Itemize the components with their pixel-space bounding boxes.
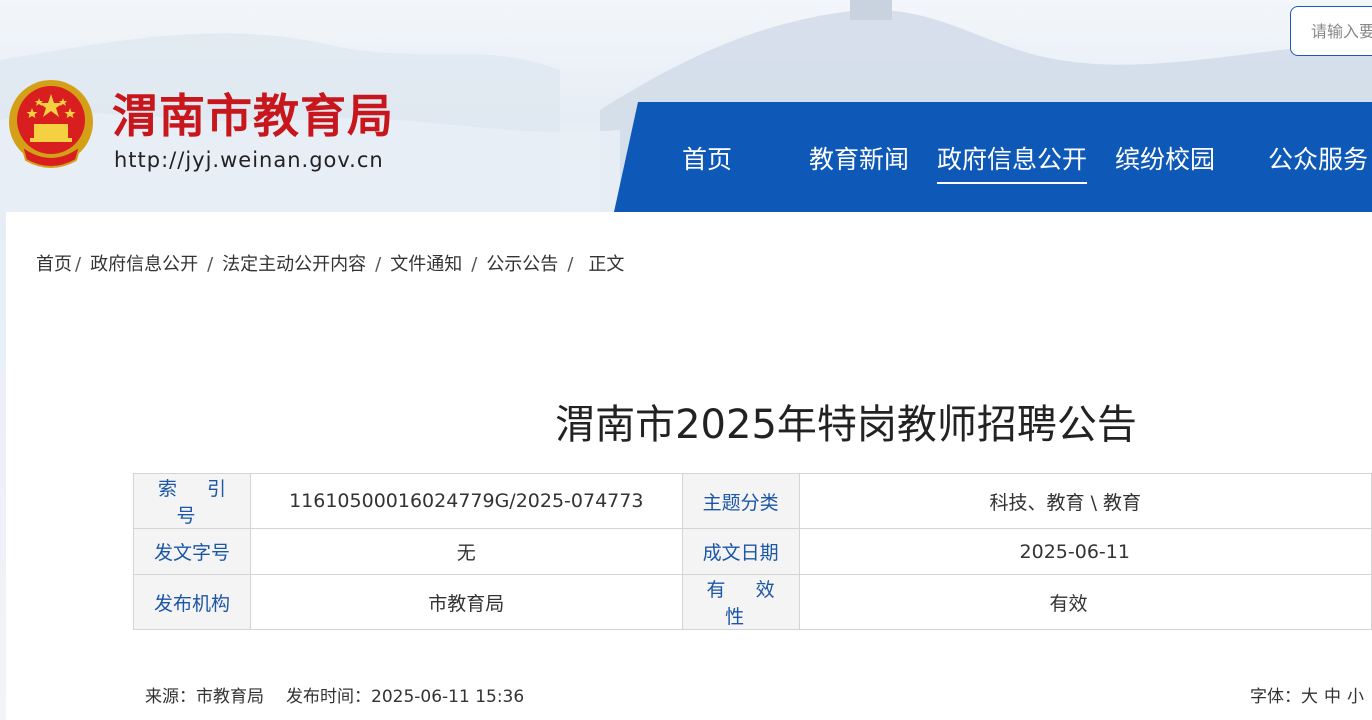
nav-item-home[interactable]: 首页 [682, 140, 732, 176]
topic-category-label: 主题分类 [681, 473, 800, 529]
font-size-small-button[interactable]: 小 [1347, 687, 1364, 707]
left-side-strip [0, 212, 6, 720]
validity-label: 有 效 性 [681, 574, 800, 630]
site-title: 渭南市教育局 [112, 89, 394, 143]
breadcrumb-statutory-content[interactable]: 法定主动公开内容 [222, 254, 366, 275]
breadcrumb-announcements[interactable]: 公示公告 [486, 254, 558, 275]
national-emblem-icon [4, 76, 98, 172]
breadcrumb-gov-info-public[interactable]: 政府信息公开 [90, 254, 198, 275]
search-input[interactable] [1291, 7, 1372, 55]
nav-item-gov-info-public[interactable]: 政府信息公开 [937, 140, 1088, 184]
nav-item-public-service[interactable]: 公众服务 [1268, 140, 1368, 176]
breadcrumb: 首页 / 政府信息公开 / 法定主动公开内容 / 文件通知 / 公示公告 / 正文 [36, 250, 624, 276]
breadcrumb-current: 正文 [588, 254, 625, 275]
publishing-org-label: 发布机构 [133, 574, 251, 630]
font-size-label: 字体： [1250, 687, 1301, 707]
breadcrumb-home[interactable]: 首页 [36, 254, 72, 275]
nav-item-education-news[interactable]: 教育新闻 [809, 140, 909, 176]
main-nav: 首页 教育新闻 政府信息公开 缤纷校园 公众服务 [614, 102, 1372, 212]
topic-category-value: 科技、教育 \ 教育 [798, 473, 1372, 529]
table-row: 发文字号 无 成文日期 2025-06-11 [133, 528, 1372, 575]
article-publish-time: 发布时间：2025-06-11 15:36 [286, 687, 525, 707]
index-number-label: 索 引 号 [133, 473, 251, 529]
breadcrumb-separator: / [375, 254, 382, 275]
publishing-org-value: 市教育局 [249, 574, 683, 630]
document-info-table: 索 引 号 11610500016024779G/2025-074773 主题分… [133, 473, 1372, 630]
font-size-control: 字体：大中小 [1250, 682, 1370, 707]
table-row: 索 引 号 11610500016024779G/2025-074773 主题分… [133, 473, 1372, 529]
index-number-value: 11610500016024779G/2025-074773 [249, 473, 683, 529]
site-url: http://jyj.weinan.gov.cn [114, 148, 384, 172]
breadcrumb-separator: / [567, 254, 574, 275]
validity-value: 有效 [798, 574, 1372, 630]
breadcrumb-file-notice[interactable]: 文件通知 [390, 254, 462, 275]
table-row: 发布机构 市教育局 有 效 性 有效 [133, 574, 1372, 630]
article-title: 渭南市2025年特岗教师招聘公告 [555, 402, 1137, 448]
font-size-large-button[interactable]: 大 [1301, 687, 1318, 707]
search-box[interactable] [1290, 6, 1372, 56]
document-number-value: 无 [249, 528, 683, 575]
breadcrumb-separator: / [471, 254, 478, 275]
breadcrumb-separator: / [207, 254, 214, 275]
nav-item-campus[interactable]: 缤纷校园 [1115, 140, 1215, 176]
font-size-medium-button[interactable]: 中 [1324, 687, 1341, 707]
article-meta: 来源：市教育局 发布时间：2025-06-11 15:36 [145, 682, 524, 707]
article-source: 来源：市教育局 [145, 687, 264, 707]
breadcrumb-separator: / [75, 254, 82, 275]
written-date-label: 成文日期 [681, 528, 800, 575]
written-date-value: 2025-06-11 [798, 528, 1372, 575]
document-number-label: 发文字号 [133, 528, 251, 575]
